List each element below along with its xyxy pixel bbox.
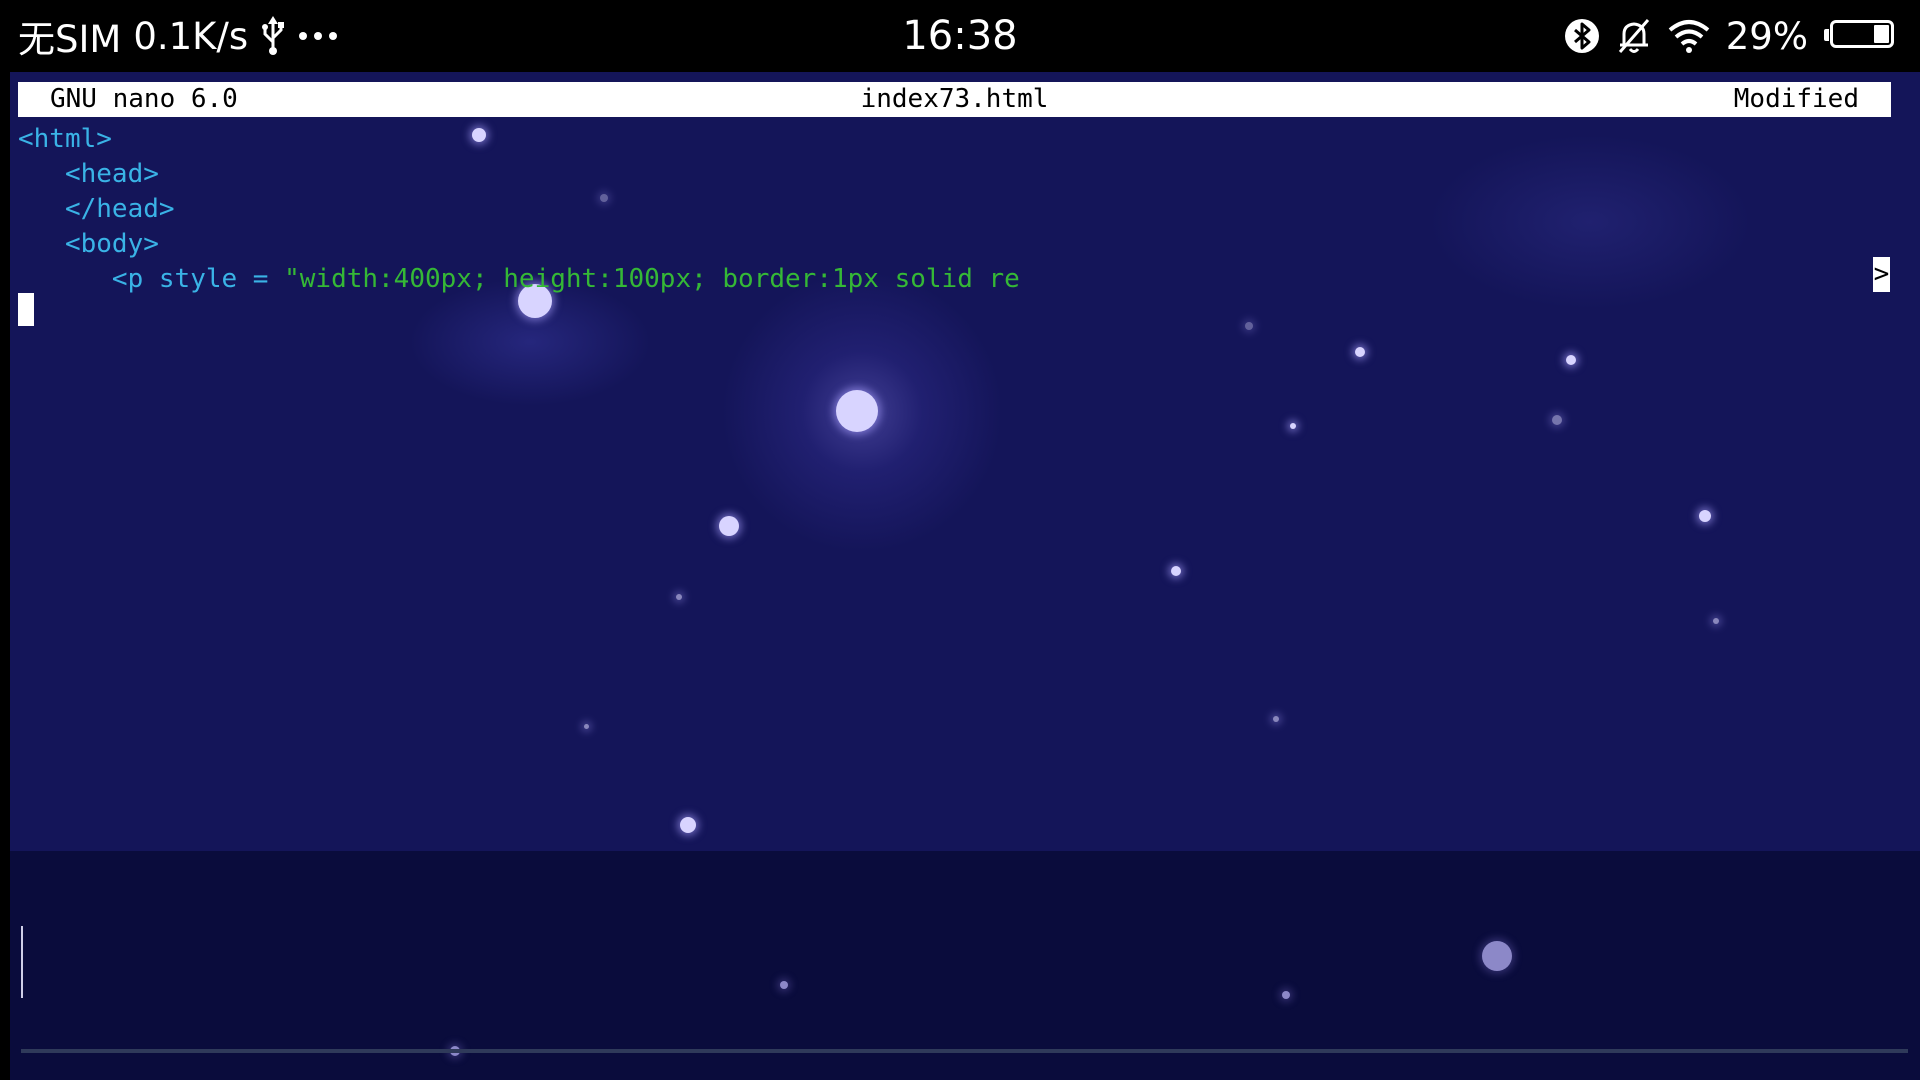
wallpaper-star xyxy=(1171,566,1181,576)
code-line-4-text: <body> xyxy=(64,229,159,259)
wallpaper-star xyxy=(1355,347,1365,357)
wallpaper-star xyxy=(836,390,878,432)
wallpaper-star xyxy=(600,194,608,202)
wallpaper-star xyxy=(1699,510,1711,522)
line-overflow-marker: > xyxy=(1873,257,1890,292)
wallpaper-star xyxy=(1282,991,1290,999)
wallpaper-star xyxy=(584,724,589,729)
battery-level-fill xyxy=(1874,25,1889,43)
input-field-underline[interactable] xyxy=(21,1049,1908,1053)
wallpaper-star xyxy=(719,516,739,536)
status-bar: 无SIM 0.1K/s 16:38 29% xyxy=(0,0,1920,72)
code-line-2-text: <head> xyxy=(64,159,159,189)
code-line-2[interactable]: <head> xyxy=(18,157,159,192)
wallpaper-star xyxy=(780,981,788,989)
code-line-4[interactable]: <body> xyxy=(18,227,159,262)
text-cursor xyxy=(18,293,34,326)
nano-title-bar: GNU nano 6.0 index73.html Modified xyxy=(18,82,1891,117)
code-line-3-text: </head> xyxy=(64,194,175,224)
wallpaper-star xyxy=(676,594,682,600)
clock: 16:38 xyxy=(902,13,1018,59)
modified-indicator: Modified xyxy=(1733,84,1859,114)
wallpaper-star xyxy=(1273,716,1279,722)
code-line-1[interactable]: <html> xyxy=(18,122,112,157)
notifications-off-icon xyxy=(1616,17,1652,55)
wallpaper-star xyxy=(472,128,486,142)
wallpaper-star xyxy=(1566,355,1576,365)
wallpaper-star xyxy=(1552,415,1562,425)
status-bar-right: 29% xyxy=(1564,12,1900,60)
wallpaper-star xyxy=(1482,941,1512,971)
code-line-1-text: <html> xyxy=(18,124,112,154)
code-line-5-string: "width:400px; height:100px; border:1px s… xyxy=(284,264,1020,294)
battery-percent: 29% xyxy=(1725,14,1808,58)
code-line-3[interactable]: </head> xyxy=(18,192,175,227)
code-line-5[interactable]: <p style = "width:400px; height:100px; b… xyxy=(18,262,1020,297)
code-line-5-tag: <p style = xyxy=(111,264,285,294)
wallpaper-star xyxy=(680,817,696,833)
bluetooth-icon xyxy=(1564,18,1600,54)
keyboard-area-shade xyxy=(10,851,1920,1080)
wallpaper-star xyxy=(1713,618,1719,624)
wallpaper-star xyxy=(1245,322,1253,330)
battery-icon xyxy=(1824,20,1900,52)
wallpaper-star xyxy=(1290,423,1296,429)
screen: 无SIM 0.1K/s 16:38 29% GNU nano 6.0 index… xyxy=(0,0,1920,1080)
input-caret xyxy=(21,926,23,998)
terminal-window[interactable]: GNU nano 6.0 index73.html Modified <html… xyxy=(10,72,1920,1080)
file-name: index73.html xyxy=(860,84,1049,114)
wifi-icon xyxy=(1668,19,1710,53)
